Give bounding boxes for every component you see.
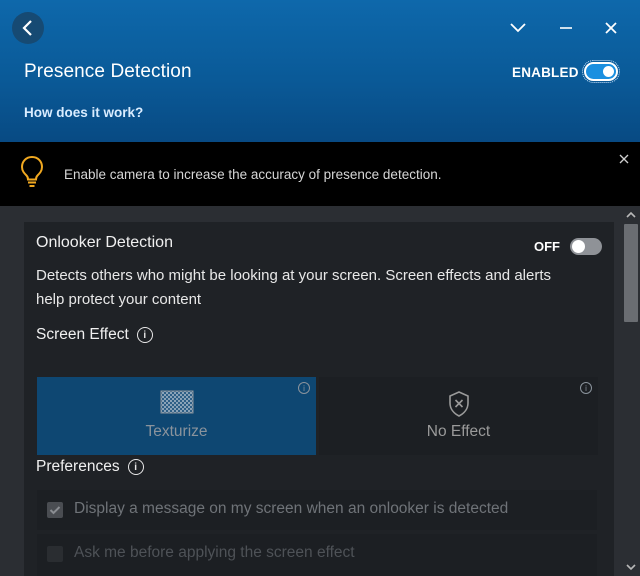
- status-label: ENABLED: [512, 65, 579, 80]
- chevron-left-icon: [22, 20, 32, 36]
- info-icon[interactable]: i: [127, 459, 144, 475]
- effect-no-effect-tile[interactable]: i No Effect: [319, 377, 598, 455]
- checkerboard-icon: [160, 390, 193, 414]
- toggle-knob: [572, 240, 585, 253]
- close-icon[interactable]: [617, 152, 631, 166]
- presence-detection-toggle[interactable]: [582, 60, 620, 83]
- onlooker-toggle[interactable]: [570, 238, 602, 255]
- banner-message: Enable camera to increase the accuracy o…: [64, 167, 442, 182]
- close-icon: [605, 22, 617, 34]
- chevron-down-icon: [510, 23, 526, 33]
- info-icon[interactable]: i: [136, 327, 153, 343]
- close-window-button[interactable]: [601, 18, 621, 38]
- page-title: Presence Detection: [24, 61, 192, 82]
- lightbulb-icon: [20, 155, 44, 187]
- preference-label: Ask me before applying the screen effect: [74, 544, 355, 561]
- screen-effect-heading: Screen Effect i: [36, 326, 153, 344]
- onlooker-description: Detects others who might be looking at y…: [36, 267, 551, 308]
- back-button[interactable]: [12, 12, 44, 44]
- chevron-up-icon[interactable]: [625, 210, 637, 220]
- preference-row[interactable]: Display a message on my screen when an o…: [37, 490, 597, 530]
- card-title: Onlooker Detection: [36, 234, 173, 251]
- shield-x-icon: [448, 391, 469, 417]
- checkbox[interactable]: [47, 546, 63, 562]
- app-header: Presence Detection ENABLED How does it w…: [0, 0, 640, 142]
- checkbox[interactable]: [47, 502, 63, 518]
- effect-label: Texturize: [145, 423, 208, 440]
- scrollbar[interactable]: [622, 206, 640, 576]
- scrollbar-thumb[interactable]: [624, 224, 638, 322]
- preferences-label: Preferences: [36, 458, 120, 475]
- effect-texturize-tile[interactable]: i Texturize: [37, 377, 316, 455]
- preference-label: Display a message on my screen when an o…: [74, 500, 509, 517]
- toggle-knob: [603, 66, 614, 77]
- preferences-heading: Preferences i: [36, 458, 144, 476]
- how-does-it-work-link[interactable]: How does it work?: [24, 105, 143, 120]
- minus-icon: [560, 27, 572, 29]
- restore-button[interactable]: [556, 18, 576, 38]
- onlooker-detection-card: Onlooker Detection OFF Detects others wh…: [24, 222, 614, 576]
- screen-effect-label: Screen Effect: [36, 326, 129, 343]
- info-icon[interactable]: i: [298, 382, 310, 394]
- checkmark-icon: [49, 506, 61, 515]
- camera-banner: Enable camera to increase the accuracy o…: [0, 142, 640, 206]
- content-area: Onlooker Detection OFF Detects others wh…: [0, 206, 640, 576]
- onlooker-status-label: OFF: [534, 239, 560, 254]
- minimize-button[interactable]: [508, 18, 528, 38]
- preference-row[interactable]: Ask me before applying the screen effect: [37, 534, 597, 576]
- effect-label: No Effect: [426, 423, 491, 440]
- chevron-down-icon[interactable]: [625, 562, 637, 572]
- info-icon[interactable]: i: [580, 382, 592, 394]
